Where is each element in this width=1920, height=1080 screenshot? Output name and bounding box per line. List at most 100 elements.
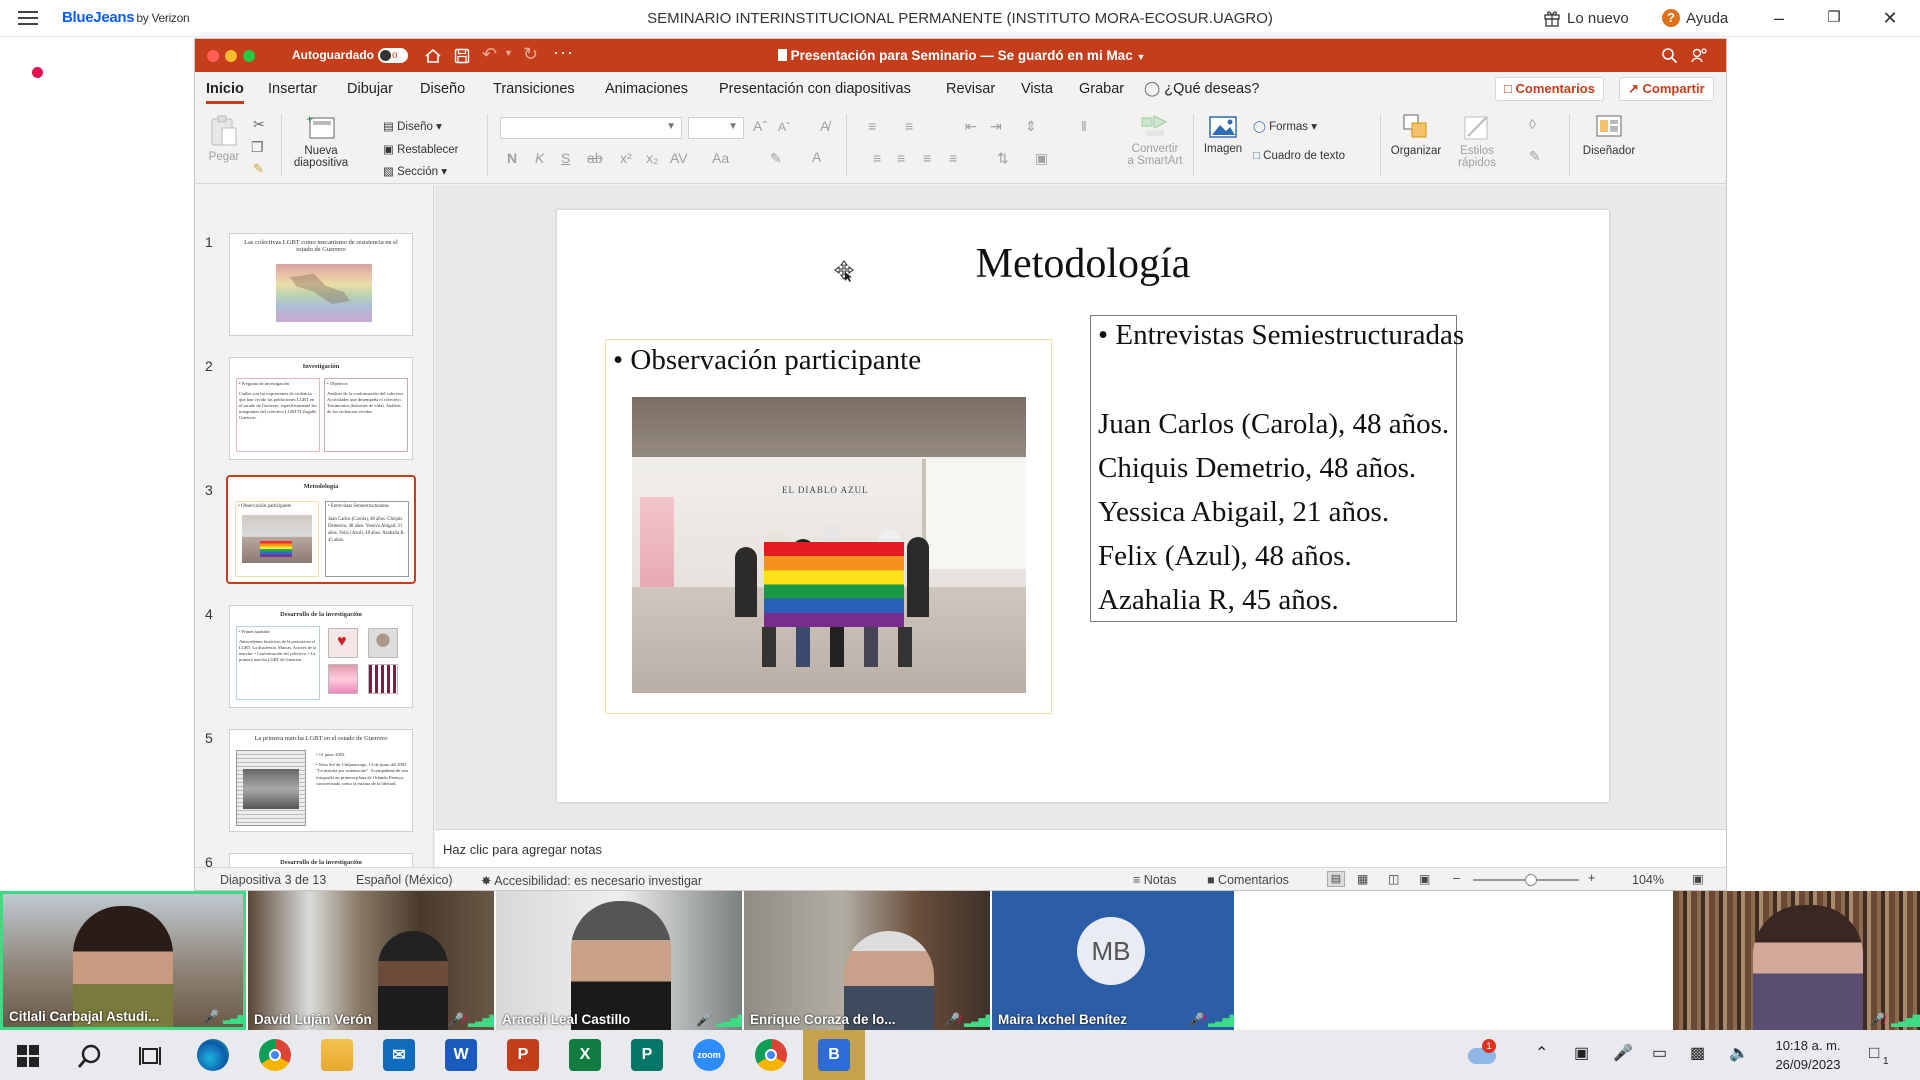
shrink-font-icon[interactable]: Aˇ [778, 120, 790, 134]
whats-new-button[interactable]: Lo nuevo [1543, 9, 1629, 27]
layout-button[interactable]: ▤ Diseño ▾ [383, 119, 442, 133]
task-view-icon[interactable] [138, 1044, 162, 1068]
battery-icon[interactable]: ▭ [1652, 1043, 1667, 1063]
zoom-slider[interactable] [1473, 874, 1579, 886]
action-center-icon[interactable]: □ [1869, 1043, 1879, 1063]
slide-thumbnail-3-selected[interactable]: Metodología • Observación participante •… [226, 475, 416, 584]
reading-view-icon[interactable]: ◫ [1388, 872, 1399, 886]
font-name-dropdown[interactable]: ▼ [500, 117, 682, 139]
underline-icon[interactable]: S [561, 150, 570, 166]
chrome-profile-icon[interactable] [755, 1039, 787, 1071]
clock[interactable]: 10:18 a. m. 26/09/2023 [1765, 1036, 1851, 1074]
restore-icon[interactable]: ❐ [1822, 6, 1846, 30]
tab-presentacion[interactable]: Presentación con diapositivas [719, 81, 911, 97]
mail-icon[interactable]: ✉ [383, 1039, 415, 1071]
file-explorer-icon[interactable] [321, 1039, 353, 1071]
text-direction-icon[interactable]: ⇅ [997, 150, 1009, 167]
help-button[interactable]: ? Ayuda [1662, 9, 1728, 27]
tab-vista[interactable]: Vista [1021, 81, 1053, 97]
fit-to-window-icon[interactable]: ▣ [1692, 871, 1704, 886]
excel-icon[interactable]: X [569, 1039, 601, 1071]
self-view-tile[interactable]: 🎤̸ ▂▃▅▇ [1673, 891, 1920, 1030]
windows-start-icon[interactable] [17, 1045, 39, 1067]
tab-insertar[interactable]: Insertar [268, 81, 317, 97]
change-case-icon[interactable]: Aa [712, 150, 729, 166]
superscript-icon[interactable]: x² [620, 150, 632, 166]
shapes-button[interactable]: ◯ Formas ▾ [1253, 119, 1317, 133]
arrange-button[interactable]: Organizar [1388, 112, 1444, 157]
slide-thumbnail-1[interactable]: Las colectivas LGBT como mecanismo de re… [229, 233, 413, 336]
line-spacing-icon[interactable]: ⇕ [1025, 118, 1037, 135]
zoom-level[interactable]: 104% [1632, 873, 1664, 887]
copy-icon[interactable]: ❐ [251, 139, 264, 156]
character-spacing-icon[interactable]: AV [670, 150, 688, 166]
search-icon[interactable] [77, 1043, 103, 1069]
tab-grabar[interactable]: Grabar [1079, 81, 1124, 97]
font-size-dropdown[interactable]: ▼ [688, 117, 744, 139]
language-status[interactable]: Español (México) [356, 873, 453, 887]
normal-view-icon[interactable]: ▤ [1327, 871, 1345, 887]
columns-icon[interactable]: ‖ [1081, 118, 1087, 134]
search-icon[interactable] [1661, 47, 1678, 64]
font-color-icon[interactable]: A [812, 149, 821, 165]
decrease-indent-icon[interactable]: ⇤ [965, 118, 977, 135]
highlight-icon[interactable]: ✎ [770, 150, 782, 167]
align-right-icon[interactable]: ≡ [923, 150, 931, 166]
tab-diseno[interactable]: Diseño [420, 81, 465, 97]
participant-tile[interactable]: Enrique Coraza de lo... 🎤̸ ▂▃▅▇ [744, 891, 990, 1030]
increase-indent-icon[interactable]: ⇥ [990, 118, 1002, 135]
bold-icon[interactable]: N [507, 150, 517, 166]
publisher-icon[interactable]: P [631, 1039, 663, 1071]
show-hidden-icons[interactable]: ⌃ [1535, 1043, 1548, 1063]
meet-now-icon[interactable]: ▣ [1574, 1043, 1589, 1063]
close-icon[interactable]: ✕ [1878, 6, 1902, 30]
accessibility-status[interactable]: ✸ Accesibilidad: es necesario investigar [481, 873, 702, 888]
slideshow-icon[interactable]: ▣ [1419, 872, 1430, 886]
zoom-out-icon[interactable]: – [1453, 871, 1460, 885]
format-painter-icon[interactable]: ✎ [253, 161, 264, 177]
tab-dibujar[interactable]: Dibujar [347, 81, 393, 97]
numbering-icon[interactable]: ≡ [905, 118, 913, 134]
tab-inicio[interactable]: Inicio [206, 81, 244, 104]
participant-tile[interactable]: Aracelí Leal Castillo 🎤 ▂▃▅▇ [496, 891, 742, 1030]
chrome-icon[interactable] [259, 1039, 291, 1071]
reset-button[interactable]: ▣ Restablecer [383, 142, 458, 156]
text-box-button[interactable]: □ Cuadro de texto [1253, 150, 1345, 162]
subscript-icon[interactable]: x₂ [646, 150, 658, 166]
account-share-icon[interactable] [1691, 47, 1708, 64]
network-icon[interactable]: ▩ [1690, 1043, 1705, 1063]
quick-styles-button[interactable]: Estilos rápidos [1452, 112, 1502, 169]
panel-divider[interactable] [433, 185, 434, 867]
document-title[interactable]: Presentación para Seminario — Se guardó … [195, 48, 1726, 63]
designer-button[interactable]: Diseñador [1578, 112, 1640, 157]
zoom-icon[interactable]: zoom [693, 1039, 725, 1071]
share-button[interactable]: ↗ Compartir [1619, 77, 1714, 101]
comments-toggle[interactable]: ■ Comentarios [1207, 873, 1289, 887]
tab-animaciones[interactable]: Animaciones [605, 81, 688, 97]
tell-me-search[interactable]: ◯ ¿Qué deseas? [1144, 81, 1259, 97]
bluejeans-app-icon[interactable]: B [818, 1039, 850, 1071]
paste-button[interactable]: Pegar [205, 114, 243, 163]
right-content-box[interactable]: • Entrevistas Semiestructuradas Juan Car… [1090, 315, 1464, 622]
volume-icon[interactable]: 🔈 [1729, 1043, 1749, 1063]
italic-icon[interactable]: K [535, 150, 544, 166]
align-left-icon[interactable]: ≡ [873, 150, 881, 166]
slide-sorter-icon[interactable]: ▦ [1357, 872, 1368, 886]
align-center-icon[interactable]: ≡ [897, 150, 905, 166]
notes-toggle[interactable]: ≡ Notas [1133, 873, 1176, 887]
participant-tile[interactable]: David Luján Verón 🎤̸ ▂▃▅▇ [248, 891, 494, 1030]
slide-thumbnail-4[interactable]: Desarrollo de la investigación • Primer … [229, 605, 413, 708]
tab-transiciones[interactable]: Transiciones [493, 81, 575, 97]
shape-outline-icon[interactable]: ✎ [1529, 148, 1541, 165]
slide-thumbnail-2[interactable]: Investigación • Pregunta de investigació… [229, 357, 413, 460]
word-icon[interactable]: W [445, 1039, 477, 1071]
current-slide[interactable]: Metodología • Observación participante E… [557, 210, 1609, 802]
notes-pane[interactable]: Haz clic para agregar notas [435, 829, 1726, 867]
slide-thumbnail-5[interactable]: La primera marcha LGBT en el estado de G… [229, 729, 413, 832]
group-photo-image[interactable]: EL DIABLO AZUL [632, 397, 1026, 693]
section-button[interactable]: ▧ Sección ▾ [383, 164, 447, 178]
grow-font-icon[interactable]: Aˆ [753, 118, 767, 134]
microphone-icon[interactable]: 🎤 [1613, 1043, 1633, 1063]
left-content-box[interactable]: • Observación participante EL DIABLO AZU… [605, 339, 1052, 714]
cut-icon[interactable]: ✂ [253, 116, 265, 133]
